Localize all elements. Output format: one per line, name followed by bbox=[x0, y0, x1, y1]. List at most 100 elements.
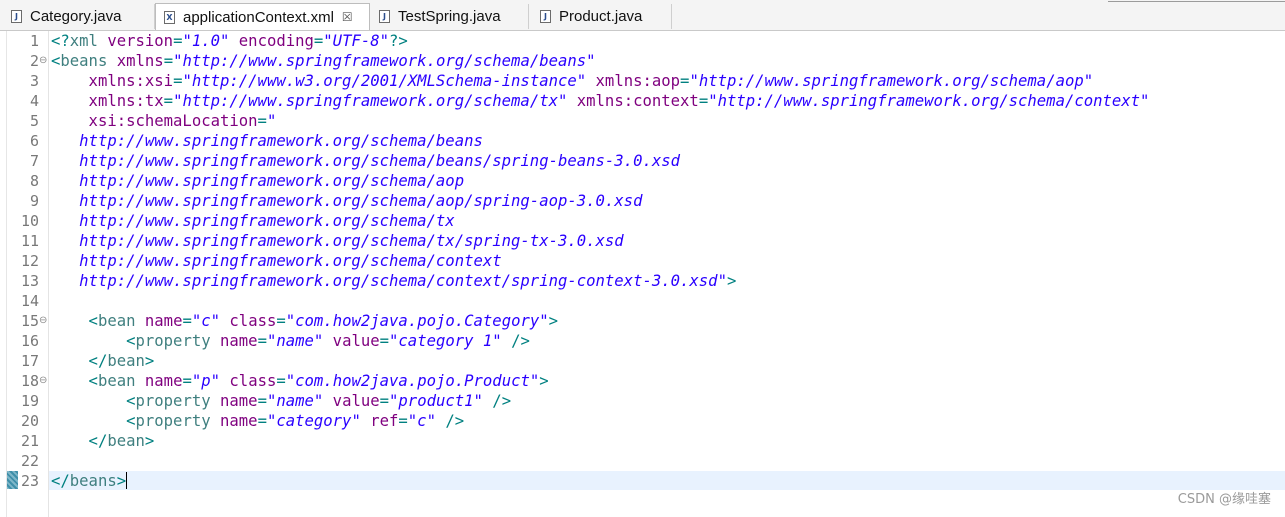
code-text: http://www.springframework.org/schema/ao… bbox=[51, 191, 642, 211]
line-number: 3 bbox=[29, 72, 39, 90]
code-text: http://www.springframework.org/schema/co… bbox=[51, 271, 736, 291]
code-token: name bbox=[135, 312, 183, 330]
code-text: <beans xmlns="http://www.springframework… bbox=[51, 51, 596, 71]
code-token: < bbox=[51, 372, 98, 390]
fold-toggle-icon[interactable]: ⊖ bbox=[39, 311, 49, 331]
code-token: bean bbox=[107, 432, 145, 450]
watermark: CSDN @缘哇塞 bbox=[1177, 492, 1271, 507]
tab-bar-divider bbox=[1108, 1, 1285, 2]
code-text: </beans> bbox=[51, 471, 128, 491]
code-token: </ bbox=[51, 432, 108, 450]
code-token: bean bbox=[97, 372, 136, 390]
code-text: http://www.springframework.org/schema/tx bbox=[51, 211, 455, 231]
code-token: "http://www.springframework.org/schema/a… bbox=[689, 72, 1094, 90]
code-line[interactable]: 8 http://www.springframework.org/schema/… bbox=[0, 171, 1285, 191]
code-token: < bbox=[51, 332, 136, 350]
code-line[interactable]: 7 http://www.springframework.org/schema/… bbox=[0, 151, 1285, 171]
code-token: xmlns:context bbox=[567, 92, 699, 110]
code-token: < bbox=[51, 312, 98, 330]
line-number: 1 bbox=[29, 32, 39, 50]
code-text: <property name="name" value="category 1"… bbox=[51, 331, 530, 351]
line-number: 17 bbox=[20, 352, 39, 370]
code-token: "1.0" bbox=[182, 32, 230, 50]
line-number: 13 bbox=[20, 272, 39, 290]
code-token: beans bbox=[60, 52, 108, 70]
code-token: property bbox=[135, 392, 211, 410]
code-token: " bbox=[266, 112, 277, 130]
tab-product-java[interactable]: J Product.java bbox=[532, 4, 672, 29]
code-token: > bbox=[548, 312, 559, 330]
code-token: "product1" bbox=[389, 392, 483, 410]
code-token: "http://www.springframework.org/schema/c… bbox=[708, 92, 1150, 110]
code-line[interactable]: 6 http://www.springframework.org/schema/… bbox=[0, 131, 1285, 151]
code-line[interactable]: 5 xsi:schemaLocation=" bbox=[0, 111, 1285, 131]
code-line[interactable]: 10 http://www.springframework.org/schema… bbox=[0, 211, 1285, 231]
line-number: 22 bbox=[20, 452, 39, 470]
java-file-icon: J bbox=[540, 10, 551, 23]
tab-application-context-xml[interactable]: X applicationContext.xml ☒ bbox=[155, 3, 370, 30]
line-number: 11 bbox=[20, 232, 39, 250]
code-token: = bbox=[379, 392, 390, 410]
code-line[interactable]: 1 <?xml version="1.0" encoding="UTF-8"?> bbox=[0, 31, 1285, 51]
code-line[interactable]: 13 http://www.springframework.org/schema… bbox=[0, 271, 1285, 291]
code-line[interactable]: 23 </beans> bbox=[0, 471, 1285, 491]
code-line[interactable]: 18 ⊖ <bean name="p" class="com.how2java.p… bbox=[0, 371, 1285, 391]
code-token: name bbox=[210, 332, 258, 350]
code-token: ?> bbox=[389, 32, 408, 50]
code-line[interactable]: 17 </bean> bbox=[0, 351, 1285, 371]
code-line[interactable]: 21 </bean> bbox=[0, 431, 1285, 451]
code-line[interactable]: 9 http://www.springframework.org/schema/… bbox=[0, 191, 1285, 211]
code-token: "c" bbox=[407, 412, 436, 430]
eclipse-editor-window: J Category.java X applicationContext.xml… bbox=[0, 0, 1285, 517]
tab-label: Category.java bbox=[30, 8, 122, 25]
code-token: encoding bbox=[229, 32, 314, 50]
code-token: value bbox=[323, 332, 380, 350]
code-token: http://www.springframework.org/schema/be… bbox=[51, 132, 483, 150]
code-token: > bbox=[726, 272, 737, 290]
code-line[interactable]: 3 xmlns:xsi="http://www.w3.org/2001/XMLS… bbox=[0, 71, 1285, 91]
code-token: beans bbox=[69, 472, 117, 490]
code-token: xmlns:xsi bbox=[51, 72, 174, 90]
code-text: <property name="category" ref="c" /> bbox=[51, 411, 464, 431]
code-token: = bbox=[163, 92, 174, 110]
fold-toggle-icon[interactable]: ⊖ bbox=[39, 371, 49, 391]
tab-category-java[interactable]: J Category.java bbox=[3, 4, 155, 29]
code-token: "http://www.springframework.org/schema/t… bbox=[173, 92, 568, 110]
code-token: < bbox=[51, 392, 136, 410]
code-token: ref bbox=[360, 412, 399, 430]
code-token: = bbox=[257, 332, 267, 350]
line-number: 4 bbox=[29, 92, 39, 110]
line-number: 21 bbox=[20, 432, 39, 450]
code-token: bean bbox=[107, 352, 145, 370]
code-token: "http://www.w3.org/2001/XMLSchema-instan… bbox=[182, 72, 587, 90]
code-line[interactable]: 2 ⊖ <beans xmlns="http://www.springframewo… bbox=[0, 51, 1285, 71]
code-text: </bean> bbox=[51, 431, 155, 451]
code-line[interactable]: 20 <property name="category" ref="c" /> bbox=[0, 411, 1285, 431]
code-token: property bbox=[135, 332, 211, 350]
line-number: 8 bbox=[29, 172, 39, 190]
code-token: "com.how2java.pojo.Category" bbox=[285, 312, 549, 330]
code-line[interactable]: 11 http://www.springframework.org/schema… bbox=[0, 231, 1285, 251]
code-token: http://www.springframework.org/schema/tx bbox=[51, 212, 455, 230]
close-icon[interactable]: ☒ bbox=[342, 10, 353, 24]
java-file-icon: J bbox=[11, 10, 22, 23]
fold-toggle-icon[interactable]: ⊖ bbox=[39, 51, 49, 71]
code-line[interactable]: 22 bbox=[0, 451, 1285, 471]
code-text: xmlns:tx="http://www.springframework.org… bbox=[51, 91, 1150, 111]
code-line[interactable]: 16 <property name="name" value="category… bbox=[0, 331, 1285, 351]
code-line[interactable]: 12 http://www.springframework.org/schema… bbox=[0, 251, 1285, 271]
code-line[interactable]: 4 xmlns:tx="http://www.springframework.o… bbox=[0, 91, 1285, 111]
code-line[interactable]: 14 bbox=[0, 291, 1285, 311]
code-editor[interactable]: 1 <?xml version="1.0" encoding="UTF-8"?> 2… bbox=[0, 31, 1285, 517]
code-line[interactable]: 19 <property name="name" value="product1… bbox=[0, 391, 1285, 411]
code-token: http://www.springframework.org/schema/ao… bbox=[51, 172, 465, 190]
tab-test-spring-java[interactable]: J TestSpring.java bbox=[371, 4, 529, 29]
code-token: name bbox=[210, 412, 258, 430]
code-token: version bbox=[97, 32, 174, 50]
code-token: http://www.springframework.org/schema/be… bbox=[51, 152, 681, 170]
code-line[interactable]: 15 ⊖ <bean name="c" class="com.how2java.p… bbox=[0, 311, 1285, 331]
code-text: <property name="name" value="product1" /… bbox=[51, 391, 511, 411]
code-token: </ bbox=[51, 352, 108, 370]
code-token: "com.how2java.pojo.Product" bbox=[285, 372, 540, 390]
code-token: property bbox=[135, 412, 211, 430]
